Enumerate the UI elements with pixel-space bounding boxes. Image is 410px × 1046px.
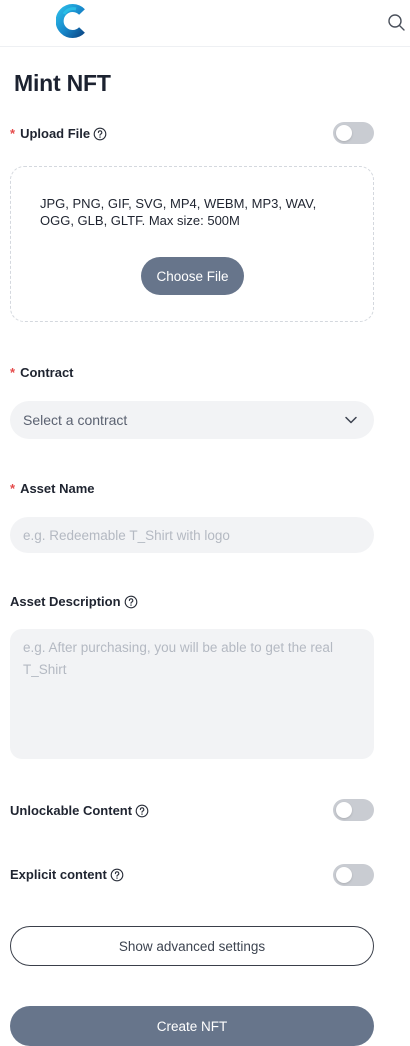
required-mark: * [10,126,16,141]
supported-formats-text: JPG, PNG, GIF, SVG, MP4, WEBM, MP3, WAV,… [40,196,317,228]
search-icon[interactable] [384,10,410,36]
unlockable-content-label: Unlockable Content [10,803,149,818]
top-header [0,0,410,47]
asset-name-label-text: Asset Name [20,481,95,496]
help-circle-icon[interactable] [124,595,138,609]
toggle-knob [336,125,352,141]
asset-description-label: Asset Description [10,594,138,609]
unlockable-content-label-text: Unlockable Content [10,803,133,818]
page-title: Mint NFT [14,70,111,96]
upload-file-label-text: Upload File [20,126,91,141]
upload-file-label: * Upload File [10,126,107,141]
asset-name-input[interactable] [10,517,374,553]
file-dropzone[interactable]: JPG, PNG, GIF, SVG, MP4, WEBM, MP3, WAV,… [10,166,374,322]
contract-select[interactable]: Select a contract [10,401,374,439]
explicit-content-toggle[interactable] [333,864,374,886]
show-advanced-settings-button[interactable]: Show advanced settings [10,926,374,966]
contract-label: * Contract [10,365,74,380]
upload-file-toggle[interactable] [333,122,374,144]
contract-select-value: Select a contract [23,412,128,428]
asset-description-label-text: Asset Description [10,594,121,609]
help-circle-icon[interactable] [135,804,149,818]
required-mark: * [10,365,16,380]
required-mark: * [10,481,16,496]
toggle-knob [336,802,352,818]
help-circle-icon[interactable] [93,127,107,141]
chevron-down-icon [344,413,358,427]
create-nft-button[interactable]: Create NFT [10,1006,374,1046]
toggle-knob [336,867,352,883]
unlockable-content-toggle[interactable] [333,799,374,821]
choose-file-button[interactable]: Choose File [141,257,244,295]
explicit-content-label: Explicit content [10,867,124,882]
contract-label-text: Contract [20,365,74,380]
explicit-content-label-text: Explicit content [10,867,107,882]
brand-logo-icon[interactable] [55,3,90,39]
help-circle-icon[interactable] [110,868,124,882]
asset-name-label: * Asset Name [10,481,95,496]
asset-description-textarea[interactable] [10,629,374,759]
